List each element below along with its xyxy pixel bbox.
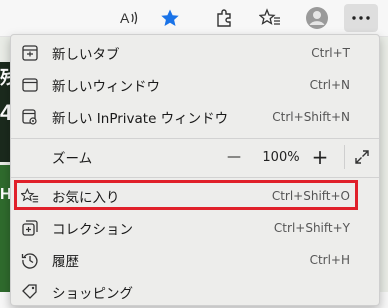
menu-item-label: 新しいウィンドウ — [52, 79, 160, 95]
shopping-icon — [21, 283, 39, 301]
menu-item-shortcut: Ctrl+T — [311, 46, 350, 60]
menu-item-shortcut: Ctrl+H — [309, 253, 350, 267]
extensions-button[interactable] — [210, 4, 238, 32]
settings-menu: 新しいタブ Ctrl+T 新しいウィンドウ Ctrl+N 新しい InPriva… — [10, 34, 380, 306]
menu-item-label: ショッピング — [52, 286, 133, 302]
menu-item-new-tab[interactable]: 新しいタブ Ctrl+T — [11, 37, 379, 69]
menu-item-label: コレクション — [52, 222, 133, 238]
zoom-label: ズーム — [52, 151, 93, 167]
menu-item-collections[interactable]: コレクション Ctrl+Shift+Y — [11, 212, 379, 244]
menu-item-shopping[interactable]: ショッピング — [11, 276, 379, 308]
zoom-out-button[interactable]: — — [219, 139, 249, 175]
history-icon — [21, 251, 39, 269]
menu-item-shortcut: Ctrl+Shift+Y — [273, 221, 350, 235]
favorites-bar-icon — [259, 8, 281, 28]
favorites-highlight-box — [14, 180, 358, 210]
new-tab-icon — [21, 44, 39, 62]
menu-item-history[interactable]: 履歴 Ctrl+H — [11, 244, 379, 276]
read-aloud-icon: A — [119, 9, 141, 27]
svg-text:A: A — [120, 10, 130, 26]
star-filled-icon — [160, 8, 180, 28]
extensions-icon — [214, 8, 234, 28]
menu-divider — [11, 177, 379, 178]
menu-item-new-window[interactable]: 新しいウィンドウ Ctrl+N — [11, 69, 379, 101]
collections-icon — [21, 219, 39, 237]
menu-item-zoom: ズーム — 100% + — [11, 139, 379, 175]
fullscreen-icon — [354, 149, 370, 165]
menu-item-shortcut: Ctrl+Shift+N — [272, 110, 350, 124]
zoom-value: 100% — [262, 149, 300, 165]
favorites-bar-button[interactable] — [256, 4, 284, 32]
menu-item-label: 履歴 — [52, 254, 79, 270]
favorite-star-button[interactable] — [156, 4, 184, 32]
zoom-divider — [344, 145, 345, 169]
more-icon — [351, 15, 371, 21]
menu-item-shortcut: Ctrl+N — [309, 78, 350, 92]
profile-button[interactable] — [303, 4, 331, 32]
fullscreen-button[interactable] — [347, 139, 377, 175]
menu-item-new-inprivate-window[interactable]: 新しい InPrivate ウィンドウ Ctrl+Shift+N — [11, 101, 379, 133]
profile-icon — [305, 6, 329, 30]
read-aloud-button[interactable]: A — [116, 4, 144, 32]
inprivate-icon — [21, 108, 39, 126]
browser-toolbar: A — [0, 0, 388, 37]
menu-item-label: 新しいタブ — [52, 47, 120, 63]
zoom-in-button[interactable]: + — [305, 139, 335, 175]
settings-more-button[interactable] — [344, 4, 378, 32]
new-window-icon — [21, 76, 39, 94]
menu-item-label: 新しい InPrivate ウィンドウ — [52, 111, 229, 127]
